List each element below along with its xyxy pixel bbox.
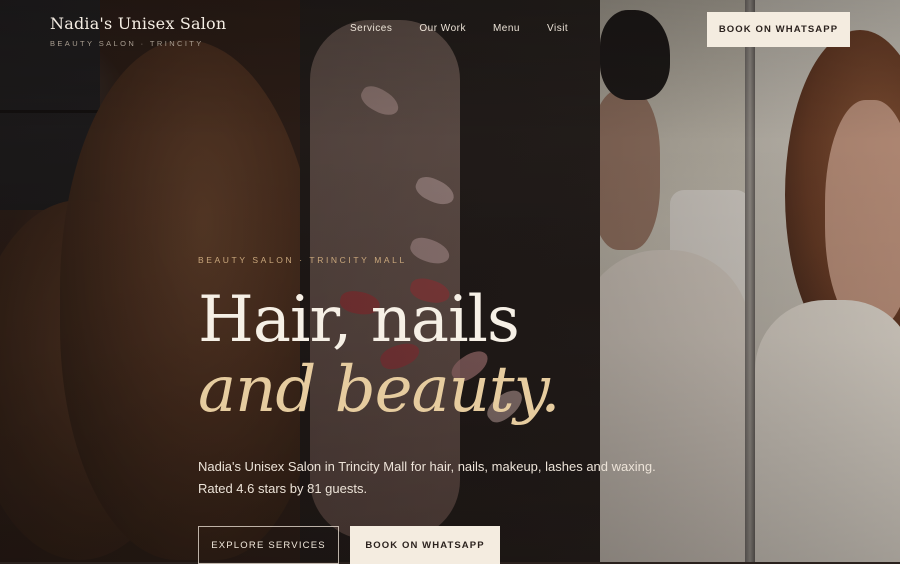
hero-description-line1: Nadia's Unisex Salon in Trincity Mall fo… bbox=[198, 459, 656, 474]
brand[interactable]: Nadia's Unisex Salon BEAUTY SALON · TRIN… bbox=[50, 14, 226, 48]
hero-title: Hair, nails and beauty. bbox=[198, 283, 561, 427]
brand-tagline: BEAUTY SALON · TRINCITY bbox=[50, 39, 204, 48]
main-nav: Services Our Work Menu Visit bbox=[350, 23, 568, 34]
brand-name[interactable]: Nadia's Unisex Salon bbox=[50, 14, 226, 33]
hero-title-line2: and beauty. bbox=[198, 353, 561, 427]
explore-services-button[interactable]: EXPLORE SERVICES bbox=[198, 526, 339, 564]
book-whatsapp-header-button[interactable]: BOOK ON WHATSAPP bbox=[707, 12, 850, 47]
hero-title-line1: Hair, nails bbox=[198, 283, 520, 357]
nav-services[interactable]: Services bbox=[350, 23, 392, 34]
hero-eyebrow: BEAUTY SALON · TRINCITY MALL bbox=[198, 255, 407, 265]
book-whatsapp-button[interactable]: BOOK ON WHATSAPP bbox=[350, 526, 500, 564]
nav-visit[interactable]: Visit bbox=[547, 23, 568, 34]
hero-rating: Rated 4.6 stars by 81 guests. bbox=[198, 481, 368, 496]
hero-description: Nadia's Unisex Salon in Trincity Mall fo… bbox=[198, 456, 718, 500]
nav-our-work[interactable]: Our Work bbox=[419, 23, 466, 34]
nav-menu[interactable]: Menu bbox=[493, 23, 520, 34]
